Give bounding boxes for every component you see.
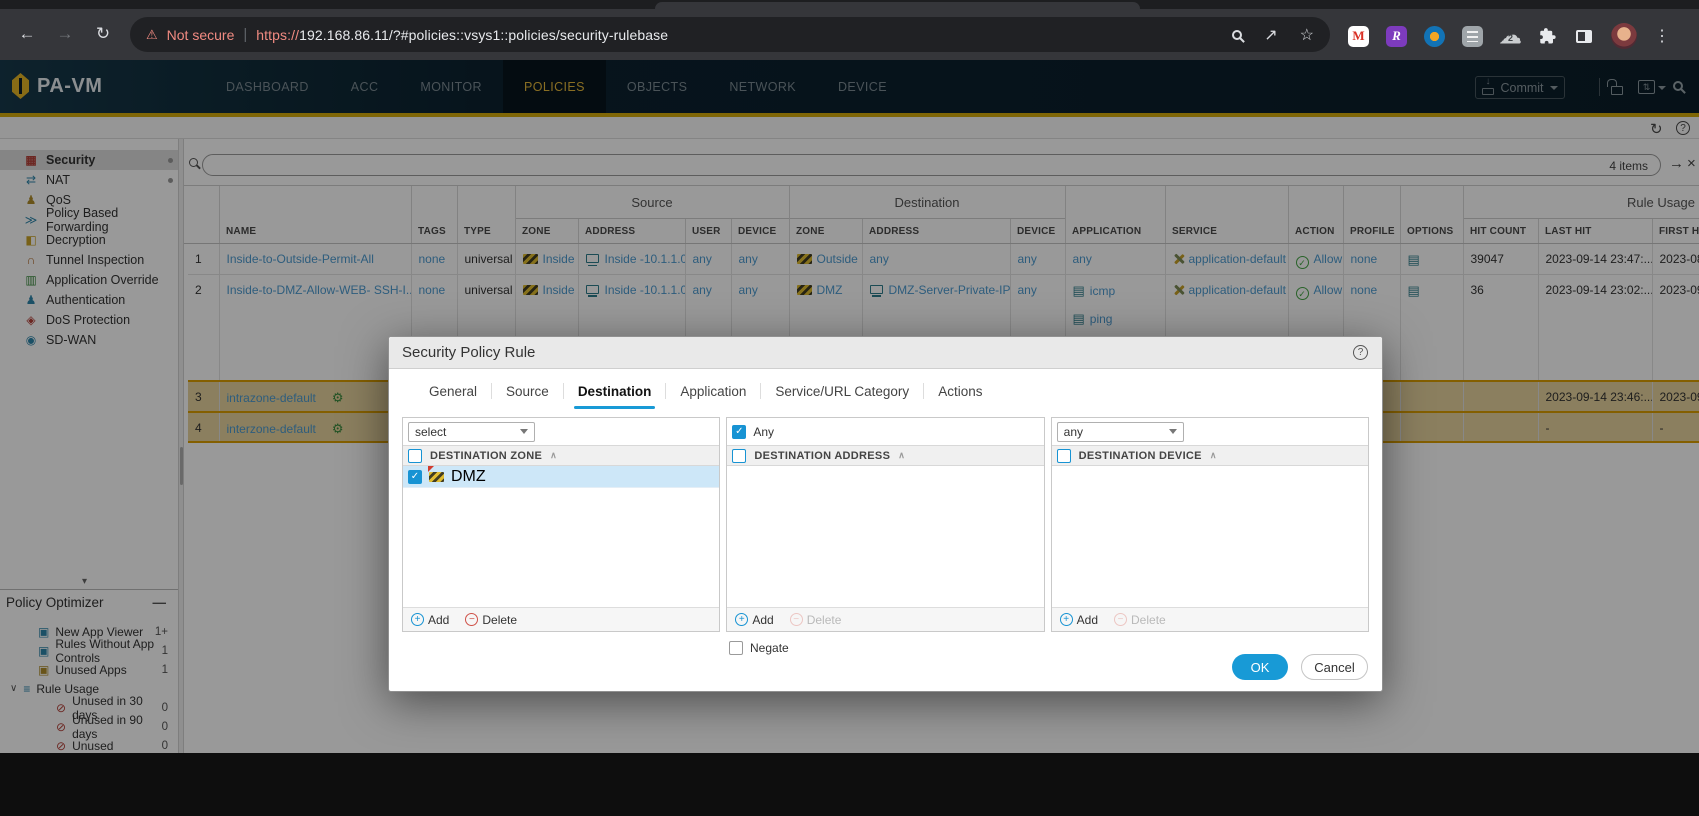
zone-panel-footer: + Add −Delete [403, 607, 719, 631]
negate-checkbox[interactable] [729, 641, 743, 655]
browser-extensions: M R ☁2 ⋮ [1348, 23, 1670, 49]
device-list-header: DESTINATION DEVICE ∧ [1052, 445, 1368, 466]
extensions-puzzle-icon[interactable] [1538, 27, 1556, 45]
destination-zone-panel: select DESTINATION ZONE ∧ ✓ [402, 417, 720, 632]
select-all-addresses-checkbox[interactable] [732, 449, 746, 463]
bookmark-star-icon[interactable]: ☆ [1300, 25, 1314, 45]
zone-list: ✓ DMZ [403, 466, 719, 607]
zone-item-label: DMZ [451, 468, 486, 486]
zone-list-header: DESTINATION ZONE ∧ [403, 445, 719, 466]
blue-extension-icon[interactable] [1424, 26, 1445, 47]
select-all-devices-checkbox[interactable] [1057, 449, 1071, 463]
address-column-header[interactable]: DESTINATION ADDRESS [754, 450, 890, 462]
add-icon: + [735, 613, 748, 626]
notes-extension-icon[interactable] [1462, 26, 1483, 47]
tab-general[interactable]: General [415, 371, 491, 411]
add-address-button[interactable]: + Add [735, 613, 773, 627]
select-all-zones-checkbox[interactable] [408, 449, 422, 463]
r-extension-icon[interactable]: R [1386, 26, 1407, 47]
negate-row: Negate [729, 641, 1382, 655]
omnibox-divider: | [243, 26, 247, 43]
add-icon: + [411, 613, 424, 626]
not-secure-warning-icon: ⚠ [146, 27, 158, 43]
browser-forward-button[interactable]: → [52, 23, 78, 45]
browser-address-bar[interactable]: ⚠ Not secure | https://192.168.86.11/?#p… [130, 17, 1330, 52]
cloud-badge: 2 [1508, 33, 1513, 43]
browser-tab[interactable] [655, 2, 1140, 9]
negate-label: Negate [750, 641, 789, 655]
cancel-button[interactable]: Cancel [1301, 654, 1368, 680]
dropdown-caret-icon [1169, 429, 1177, 434]
delete-icon: − [465, 613, 478, 626]
zone-type-select[interactable]: select [408, 422, 535, 442]
delete-zone-button[interactable]: −Delete [465, 613, 517, 627]
dialog-title-bar[interactable]: Security Policy Rule ? [389, 337, 1382, 369]
destination-address-panel: ✓ Any DESTINATION ADDRESS ∧ + Add −Delete [726, 417, 1044, 632]
url-text[interactable]: https://192.168.86.11/?#policies::vsys1:… [256, 27, 668, 43]
ok-button[interactable]: OK [1232, 654, 1288, 680]
dmz-checkbox[interactable]: ✓ [408, 470, 422, 484]
device-type-value: any [1064, 425, 1083, 439]
browser-back-button[interactable]: ← [14, 23, 40, 45]
add-label: Add [428, 613, 449, 627]
url-scheme: https:// [256, 27, 299, 43]
sort-caret-icon[interactable]: ∧ [1210, 450, 1217, 461]
screen: ← → ↻ ⚠ Not secure | https://192.168.86.… [0, 0, 1699, 816]
tab-destination[interactable]: Destination [564, 371, 666, 411]
dialog-help-icon[interactable]: ? [1353, 345, 1368, 360]
side-panel-icon[interactable] [1573, 26, 1594, 47]
dialog-actions: OK Cancel [1232, 654, 1368, 680]
add-label: Add [752, 613, 773, 627]
zone-column-header[interactable]: DESTINATION ZONE [430, 450, 542, 462]
any-address-checkbox[interactable]: ✓ [732, 425, 746, 439]
not-secure-label[interactable]: Not secure [167, 27, 235, 43]
tab-source[interactable]: Source [492, 371, 563, 411]
destination-panels: select DESTINATION ZONE ∧ ✓ [389, 411, 1382, 632]
delete-icon: − [1114, 613, 1127, 626]
any-address-label: Any [753, 425, 774, 439]
destination-device-panel: any DESTINATION DEVICE ∧ + Add −Delete [1051, 417, 1369, 632]
cloud-extension-icon[interactable]: ☁2 [1500, 26, 1521, 47]
browser-toolbar: ← → ↻ ⚠ Not secure | https://192.168.86.… [0, 9, 1699, 60]
sort-caret-icon[interactable]: ∧ [550, 450, 557, 461]
dropdown-caret-icon [520, 429, 528, 434]
dialog-tabs: General Source Destination Application S… [389, 371, 1382, 411]
browser-menu-icon[interactable]: ⋮ [1654, 26, 1670, 46]
add-zone-button[interactable]: + Add [411, 613, 449, 627]
address-list-header: DESTINATION ADDRESS ∧ [727, 445, 1043, 466]
add-device-button[interactable]: + Add [1060, 613, 1098, 627]
profile-avatar[interactable] [1611, 23, 1637, 49]
delete-label: Delete [1131, 613, 1166, 627]
share-icon[interactable]: ↗ [1264, 25, 1277, 45]
zone-icon [429, 472, 444, 482]
device-type-select[interactable]: any [1057, 422, 1184, 442]
browser-tab-strip [0, 0, 1699, 9]
zone-list-item-dmz[interactable]: ✓ DMZ [403, 466, 719, 488]
dialog-title: Security Policy Rule [402, 344, 535, 361]
delete-label: Delete [807, 613, 842, 627]
gmail-extension-icon[interactable]: M [1348, 26, 1369, 47]
sort-caret-icon[interactable]: ∧ [898, 450, 905, 461]
tab-actions[interactable]: Actions [924, 371, 996, 411]
modified-corner-flag [428, 466, 434, 472]
delete-label: Delete [482, 613, 517, 627]
device-list [1052, 466, 1368, 607]
delete-address-button[interactable]: −Delete [790, 613, 842, 627]
device-panel-footer: + Add −Delete [1052, 607, 1368, 631]
tab-application[interactable]: Application [666, 371, 760, 411]
browser-reload-button[interactable]: ↻ [90, 23, 116, 45]
address-panel-footer: + Add −Delete [727, 607, 1043, 631]
delete-icon: − [790, 613, 803, 626]
address-list [727, 466, 1043, 607]
zoom-icon[interactable] [1232, 30, 1242, 40]
add-label: Add [1077, 613, 1098, 627]
add-icon: + [1060, 613, 1073, 626]
device-column-header[interactable]: DESTINATION DEVICE [1079, 450, 1202, 462]
tab-service-url-category[interactable]: Service/URL Category [761, 371, 923, 411]
security-policy-rule-dialog: Security Policy Rule ? General Source De… [388, 336, 1383, 692]
pan-os-app: PA-VM DASHBOARD ACC MONITOR POLICIES OBJ… [0, 60, 1699, 816]
zone-type-value: select [415, 425, 446, 439]
url-path: 192.168.86.11/?#policies::vsys1::policie… [299, 27, 668, 43]
delete-device-button[interactable]: −Delete [1114, 613, 1166, 627]
